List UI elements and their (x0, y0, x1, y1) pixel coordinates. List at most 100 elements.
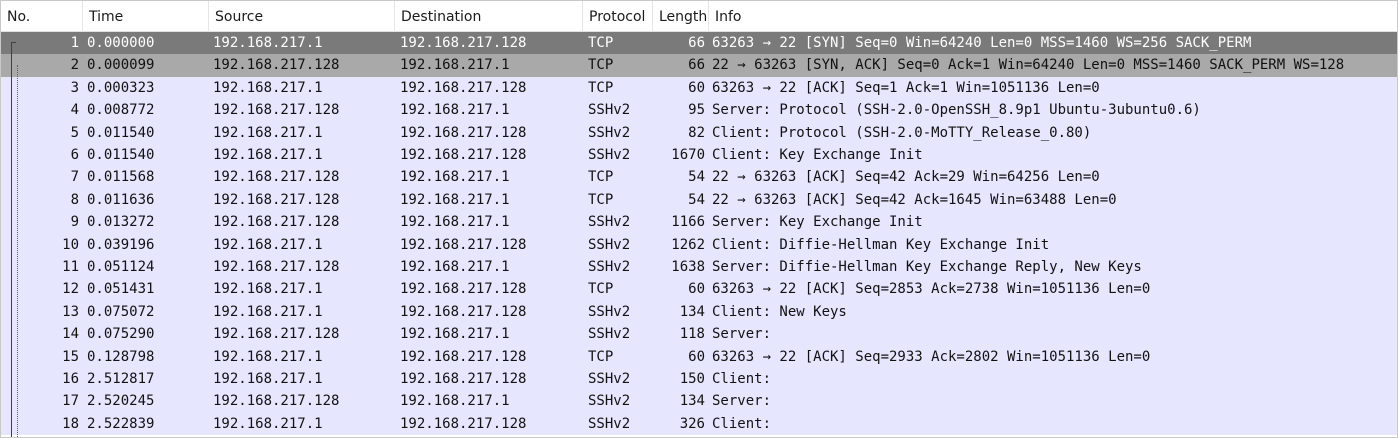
packet-row[interactable]: 15 0.128798 192.168.217.1 192.168.217.128 TC… (1, 345, 1397, 368)
packet-protocol: SSHv2 (588, 415, 631, 432)
packet-time: 0.011568 (87, 169, 155, 186)
packet-source: 192.168.217.1 (213, 281, 323, 298)
packet-info: Server: Key Exchange Init (712, 214, 923, 231)
packet-info: Server: Diffie-Hellman Key Exchange Repl… (712, 259, 1142, 275)
packet-row[interactable]: 1 0.000000 192.168.217.1 192.168.217.128 TCP… (1, 32, 1397, 55)
packet-source: 192.168.217.128 (213, 393, 340, 410)
packet-length: 54 (688, 191, 705, 208)
packet-destination: 192.168.217.128 (400, 236, 527, 253)
packet-length: 60 (688, 281, 705, 298)
packet-protocol: SSHv2 (588, 236, 631, 253)
packet-row[interactable]: 13 0.075072 192.168.217.1 192.168.217.128 SS… (1, 300, 1397, 324)
packet-time: 0.051124 (87, 259, 155, 275)
column-header-label: Destination (401, 9, 482, 25)
packet-row[interactable]: 4 0.008772 192.168.217.128 192.168.217.1 SSH… (1, 99, 1397, 122)
packet-row[interactable]: 10 0.039196 192.168.217.1 192.168.217.128 SS… (1, 233, 1397, 256)
packet-list[interactable]: No. Time Source Destination Protocol Len… (0, 0, 1398, 438)
packet-protocol: TCP (588, 348, 614, 365)
packet-info: 63263 → 22 [ACK] Seq=2933 Ack=2802 Win=1… (712, 348, 1151, 365)
packet-row[interactable]: 7 0.011568 192.168.217.128 192.168.217.1 TCP… (1, 166, 1397, 189)
packet-destination: 192.168.217.1 (400, 102, 510, 119)
packet-row[interactable]: 3 0.000323 192.168.217.1 192.168.217.128 TCP… (1, 76, 1397, 100)
packet-info: Client: Diffie-Hellman Key Exchange Init (712, 236, 1050, 253)
packet-source: 192.168.217.128 (213, 326, 340, 343)
packet-number: 11 (62, 259, 79, 275)
packet-time: 0.039196 (87, 236, 155, 253)
packet-row[interactable]: 18 2.522839 192.168.217.1 192.168.217.128 SS… (1, 412, 1397, 436)
packet-source: 192.168.217.1 (213, 124, 323, 141)
packet-time: 0.000323 (87, 79, 155, 96)
packet-destination: 192.168.217.128 (400, 147, 527, 163)
column-header-destination[interactable]: Destination (395, 1, 583, 32)
packet-destination: 192.168.217.128 (400, 303, 527, 320)
packet-row[interactable]: 9 0.013272 192.168.217.128 192.168.217.1 SSH… (1, 211, 1397, 234)
packet-time: 0.000000 (87, 35, 155, 51)
packet-source: 192.168.217.1 (213, 236, 323, 253)
column-header-length[interactable]: Length (653, 1, 709, 32)
packet-number: 15 (62, 348, 79, 365)
packet-time: 0.075072 (87, 303, 155, 320)
packet-source: 192.168.217.128 (213, 214, 340, 231)
packet-protocol: SSHv2 (588, 371, 631, 387)
packet-number: 17 (62, 393, 79, 410)
packet-time: 0.128798 (87, 348, 155, 365)
column-header-label: Protocol (589, 9, 646, 25)
column-header-label: Source (215, 9, 264, 25)
packet-source: 192.168.217.1 (213, 348, 323, 365)
packet-info: Client: (712, 371, 772, 387)
packet-length: 66 (688, 35, 705, 51)
packet-row[interactable]: 12 0.051431 192.168.217.1 192.168.217.128 TC… (1, 278, 1397, 301)
packet-info: Server: (712, 326, 772, 343)
packet-info: Client: (712, 415, 772, 432)
packet-destination: 192.168.217.1 (400, 57, 510, 74)
packet-time: 0.008772 (87, 102, 155, 119)
packet-destination: 192.168.217.1 (400, 169, 510, 186)
column-header-protocol[interactable]: Protocol (583, 1, 653, 32)
column-header-label: Time (89, 9, 124, 25)
packet-protocol: SSHv2 (588, 147, 631, 163)
packet-source: 192.168.217.1 (213, 79, 323, 96)
column-header-label: Info (715, 9, 742, 25)
packet-protocol: TCP (588, 35, 614, 51)
packet-number: 13 (62, 303, 79, 320)
packet-row[interactable]: 16 2.512817 192.168.217.1 192.168.217.128 SS… (1, 368, 1397, 391)
column-header-no[interactable]: No. (1, 1, 83, 32)
packet-protocol: SSHv2 (588, 303, 631, 320)
packet-length: 1670 (671, 147, 705, 163)
packet-number: 6 (70, 147, 79, 163)
packet-row[interactable]: 5 0.011540 192.168.217.1 192.168.217.128 SSH… (1, 121, 1397, 144)
packet-source: 192.168.217.128 (213, 259, 340, 275)
packet-source: 192.168.217.1 (213, 371, 323, 387)
packet-destination: 192.168.217.128 (400, 415, 527, 432)
packet-row[interactable]: 17 2.520245 192.168.217.128 192.168.217.1 SS… (1, 390, 1397, 413)
column-header-info[interactable]: Info (709, 1, 1397, 32)
packet-time: 0.075290 (87, 326, 155, 343)
packet-row[interactable]: 14 0.075290 192.168.217.128 192.168.217.1 SS… (1, 323, 1397, 346)
column-header-source[interactable]: Source (209, 1, 395, 32)
packet-length: 60 (688, 79, 705, 96)
packet-protocol: SSHv2 (588, 326, 631, 343)
packet-source: 192.168.217.128 (213, 169, 340, 186)
packet-time: 2.520245 (87, 393, 155, 410)
packet-row[interactable]: 6 0.011540 192.168.217.1 192.168.217.128 SSH… (1, 144, 1397, 167)
packet-row[interactable]: 8 0.011636 192.168.217.128 192.168.217.1 TCP… (1, 188, 1397, 212)
packet-protocol: TCP (588, 281, 614, 298)
packet-protocol: SSHv2 (588, 393, 631, 410)
packet-destination: 192.168.217.1 (400, 191, 510, 208)
packet-info: 63263 → 22 [SYN] Seq=0 Win=64240 Len=0 M… (712, 35, 1252, 51)
packet-length: 118 (679, 326, 705, 343)
packet-info: 63263 → 22 [ACK] Seq=2853 Ack=2738 Win=1… (712, 281, 1151, 298)
packet-info: Server: (712, 393, 772, 410)
packet-number: 18 (62, 415, 79, 432)
column-header-time[interactable]: Time (83, 1, 209, 32)
packet-number: 2 (70, 57, 79, 74)
packet-protocol: SSHv2 (588, 102, 631, 119)
packet-row[interactable]: 11 0.051124 192.168.217.128 192.168.217.1 SS… (1, 256, 1397, 279)
packet-protocol: TCP (588, 79, 614, 96)
packet-number: 8 (70, 191, 79, 208)
packet-number: 7 (70, 169, 79, 186)
packet-destination: 192.168.217.1 (400, 259, 510, 275)
packet-row[interactable]: 2 0.000099 192.168.217.128 192.168.217.1 TCP… (1, 54, 1397, 77)
packet-destination: 192.168.217.1 (400, 214, 510, 231)
packet-time: 0.011636 (87, 191, 155, 208)
